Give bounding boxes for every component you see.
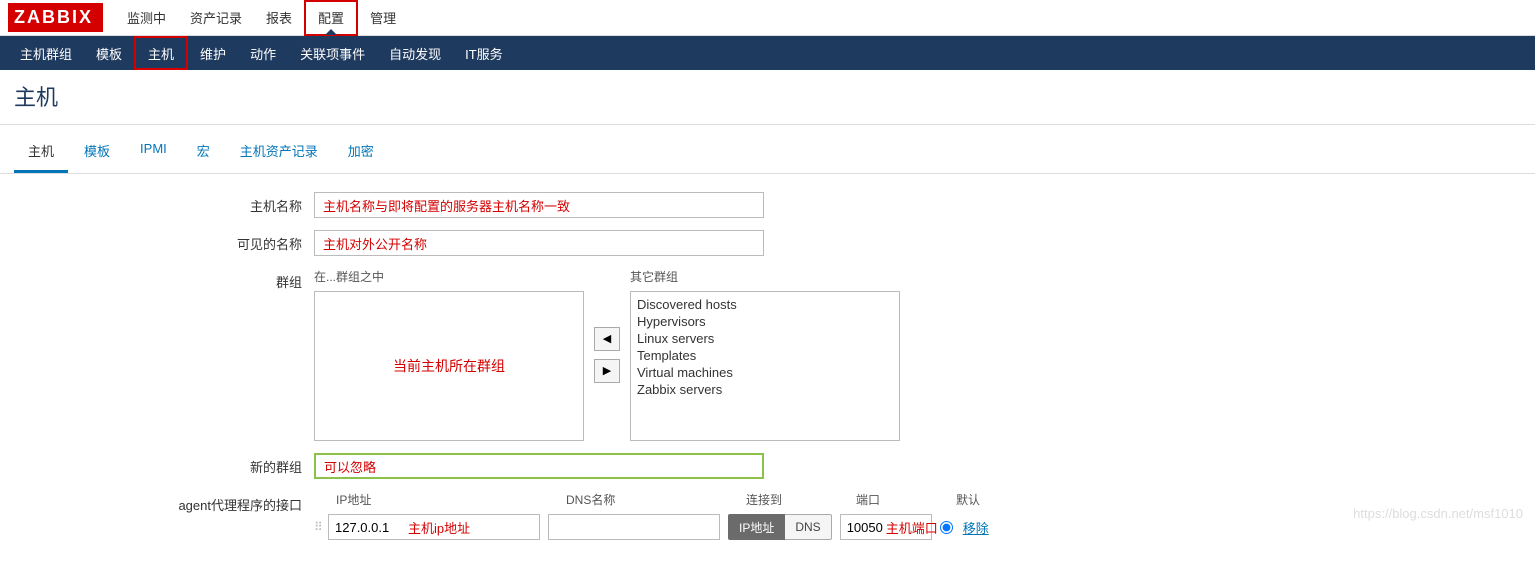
list-item[interactable]: Linux servers	[635, 330, 895, 347]
form-area: 主机名称 可见的名称 群组 在...群组之中 当前主机所在群组 ◀ ▶	[0, 174, 1535, 562]
row-host-name: 主机名称	[14, 192, 1521, 218]
top-bar: ZABBIX 监测中 资产记录 报表 配置 管理	[0, 0, 1535, 36]
listbox-other-groups[interactable]: Discovered hosts Hypervisors Linux serve…	[630, 291, 900, 441]
tab-inventory[interactable]: 主机资产记录	[226, 135, 332, 173]
row-visible-name: 可见的名称	[14, 230, 1521, 256]
move-right-button[interactable]: ▶	[594, 359, 620, 383]
toggle-ip-button[interactable]: IP地址	[728, 514, 785, 540]
nav-reports[interactable]: 报表	[254, 0, 304, 36]
input-port[interactable]	[840, 514, 932, 540]
nav-inventory[interactable]: 资产记录	[178, 0, 254, 36]
row-groups: 群组 在...群组之中 当前主机所在群组 ◀ ▶ 其它群组 Discovered…	[14, 268, 1521, 441]
move-left-button[interactable]: ◀	[594, 327, 620, 351]
logo: ZABBIX	[8, 3, 103, 32]
nav-configuration[interactable]: 配置	[304, 0, 358, 36]
col-conn: 连接到	[742, 491, 852, 508]
listbox-in-groups[interactable]: 当前主机所在群组	[314, 291, 584, 441]
tab-templates[interactable]: 模板	[70, 135, 124, 173]
sub-nav: 主机群组 模板 主机 维护 动作 关联项事件 自动发现 IT服务	[0, 36, 1535, 70]
col-dns: DNS名称	[562, 491, 742, 508]
col-def: 默认	[952, 491, 1012, 508]
row-agent-interface: agent代理程序的接口 IP地址 DNS名称 连接到 端口 默认 ⠿ 主机ip…	[14, 491, 1521, 540]
tab-ipmi[interactable]: IPMI	[126, 135, 181, 173]
input-visible-name[interactable]	[314, 230, 764, 256]
row-new-group: 新的群组	[14, 453, 1521, 479]
label-host-name: 主机名称	[14, 192, 314, 215]
subnav-host-groups[interactable]: 主机群组	[8, 36, 84, 70]
toggle-dns-button[interactable]: DNS	[785, 514, 831, 540]
label-groups: 群组	[14, 268, 314, 291]
page-title: 主机	[14, 80, 1521, 112]
subnav-correlation[interactable]: 关联项事件	[288, 36, 377, 70]
nav-monitoring[interactable]: 监测中	[115, 0, 178, 36]
list-item[interactable]: Templates	[635, 347, 895, 364]
drag-handle-icon[interactable]: ⠿	[314, 523, 328, 531]
list-item[interactable]: Virtual machines	[635, 364, 895, 381]
input-new-group[interactable]	[314, 453, 764, 479]
subnav-it-services[interactable]: IT服务	[453, 36, 515, 70]
radio-default[interactable]	[940, 521, 953, 534]
col-ip: IP地址	[332, 491, 562, 508]
input-dns[interactable]	[548, 514, 720, 540]
subnav-actions[interactable]: 动作	[238, 36, 288, 70]
label-visible-name: 可见的名称	[14, 230, 314, 253]
label-in-groups: 在...群组之中	[314, 268, 584, 285]
remove-link[interactable]: 移除	[963, 518, 989, 537]
label-agent-interface: agent代理程序的接口	[14, 491, 314, 514]
subnav-discovery[interactable]: 自动发现	[377, 36, 453, 70]
nav-administration[interactable]: 管理	[358, 0, 408, 36]
input-host-name[interactable]	[314, 192, 764, 218]
input-ip[interactable]	[328, 514, 540, 540]
subnav-maintenance[interactable]: 维护	[188, 36, 238, 70]
tabs-bar: 主机 模板 IPMI 宏 主机资产记录 加密	[0, 124, 1535, 174]
iface-header: IP地址 DNS名称 连接到 端口 默认	[314, 491, 1521, 508]
col-port: 端口	[852, 491, 952, 508]
tab-host[interactable]: 主机	[14, 135, 68, 173]
subnav-hosts[interactable]: 主机	[134, 36, 188, 70]
tab-encryption[interactable]: 加密	[334, 135, 388, 173]
label-other-groups: 其它群组	[630, 268, 900, 285]
top-nav: 监测中 资产记录 报表 配置 管理	[115, 0, 408, 35]
tab-macros[interactable]: 宏	[183, 135, 224, 173]
label-new-group: 新的群组	[14, 453, 314, 476]
in-groups-placeholder: 当前主机所在群组	[319, 296, 579, 436]
list-item[interactable]: Zabbix servers	[635, 381, 895, 398]
title-bar: 主机	[0, 70, 1535, 124]
list-item[interactable]: Hypervisors	[635, 313, 895, 330]
list-item[interactable]: Discovered hosts	[635, 296, 895, 313]
iface-row: ⠿ 主机ip地址 IP地址 DNS 主机端口 移除	[314, 514, 1521, 540]
subnav-templates[interactable]: 模板	[84, 36, 134, 70]
connect-to-toggle: IP地址 DNS	[728, 514, 832, 540]
